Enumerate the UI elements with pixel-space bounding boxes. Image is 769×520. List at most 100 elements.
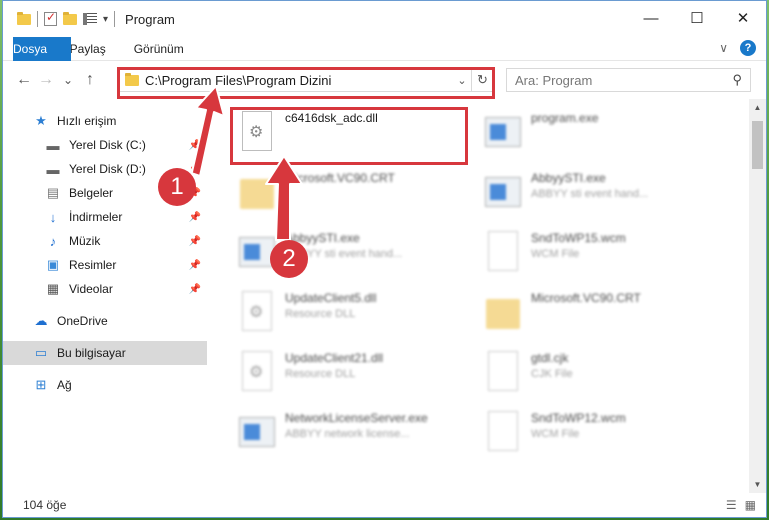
- file-name: NetworkLicenseServer.exe: [285, 411, 428, 425]
- window-title: Program: [125, 11, 175, 27]
- tab-file[interactable]: Dosya: [13, 36, 71, 61]
- recent-locations-button[interactable]: ⌄: [57, 73, 79, 87]
- pin-icon: 📌: [188, 235, 201, 247]
- pin-icon: 📌: [188, 283, 201, 295]
- file-item[interactable]: Microsoft.VC90.CRT: [233, 165, 473, 223]
- vertical-scrollbar[interactable]: ▲ ▼: [749, 99, 766, 493]
- back-button[interactable]: ←: [13, 71, 35, 89]
- properties-check-icon[interactable]: [44, 10, 57, 26]
- refresh-icon[interactable]: ↻: [471, 69, 493, 91]
- search-box[interactable]: Ara: Program ⚲: [506, 68, 751, 92]
- exe-icon: [239, 417, 275, 447]
- sidebar-item-onedrive[interactable]: ☁ OneDrive: [3, 309, 207, 333]
- network-icon: ⊞: [35, 377, 47, 392]
- tab-view[interactable]: Görünüm: [120, 37, 198, 61]
- sidebar-item-network[interactable]: ⊞ Ağ: [3, 373, 207, 397]
- downloads-icon: ↓: [49, 209, 57, 225]
- address-path[interactable]: C:\Program Files\Program Dizini: [145, 73, 453, 88]
- title-bar: ▾ Program — ☐ ✕: [3, 1, 766, 37]
- ribbon-tabs: Dosya Giriş Paylaş Görünüm ∨ ?: [3, 36, 766, 61]
- file-description: ABBYY sti event hand...: [531, 188, 649, 200]
- file-item[interactable]: AbbyySTI.exe ABBYY sti event hand...: [233, 225, 473, 283]
- address-dropdown-icon[interactable]: ⌄: [453, 74, 471, 87]
- maximize-button[interactable]: ☐: [674, 1, 720, 35]
- file-item[interactable]: UpdateClient5.dll Resource DLL: [233, 285, 473, 343]
- sidebar-item-label: Hızlı erişim: [57, 114, 117, 128]
- search-icon: ⚲: [732, 72, 742, 87]
- scroll-up-icon[interactable]: ▲: [749, 103, 766, 112]
- file-name: UpdateClient21.dll: [285, 351, 384, 365]
- file-item[interactable]: SndToWP15.wcm WCM File: [479, 225, 719, 283]
- file-description: Resource DLL: [285, 368, 356, 380]
- folder-icon: [240, 179, 274, 209]
- up-button[interactable]: ↑: [79, 71, 101, 89]
- file-description: WCM File: [531, 248, 580, 260]
- dll-gear-icon: [242, 291, 272, 331]
- exe-icon: [485, 117, 521, 147]
- doc-icon: [488, 351, 518, 391]
- step-1-badge: 1: [158, 168, 196, 206]
- quick-access-toolbar: ▾: [3, 10, 116, 27]
- sidebar-item-downloads[interactable]: ↓ İndirmeler 📌: [3, 205, 207, 229]
- new-folder-icon[interactable]: [63, 11, 77, 25]
- sidebar-item-label: Ağ: [57, 378, 72, 392]
- dll-gear-icon: [242, 351, 272, 391]
- file-highlight: [230, 107, 468, 165]
- qa-dropdown-icon[interactable]: ▾: [103, 14, 108, 25]
- sidebar-item-label: OneDrive: [57, 314, 108, 328]
- sidebar-item-disk-c[interactable]: ▬ Yerel Disk (C:) 📌: [3, 133, 207, 157]
- file-name: AbbyySTI.exe: [285, 231, 360, 245]
- sidebar-item-label: Müzik: [69, 234, 101, 248]
- step-2-badge: 2: [270, 240, 308, 278]
- music-icon: ♪: [49, 233, 57, 249]
- item-count: 104 öğe: [23, 498, 67, 512]
- sidebar-item-label: Bu bilgisayar: [57, 346, 126, 360]
- expand-ribbon-icon[interactable]: ∨: [719, 41, 728, 55]
- pin-icon: 📌: [188, 259, 201, 271]
- pictures-icon: ▣: [46, 257, 60, 272]
- sidebar-item-videos[interactable]: ▦ Videolar 📌: [3, 277, 207, 301]
- forward-button[interactable]: →: [35, 71, 57, 89]
- address-bar[interactable]: C:\Program Files\Program Dizini ⌄ ↻: [118, 68, 494, 92]
- sidebar-item-label: Videolar: [69, 282, 113, 296]
- close-button[interactable]: ✕: [720, 1, 766, 35]
- file-item[interactable]: SndToWP12.wcm WCM File: [479, 405, 719, 463]
- customize-icon[interactable]: [83, 13, 97, 25]
- divider: [114, 11, 116, 27]
- star-icon: ★: [35, 113, 47, 128]
- scroll-down-icon[interactable]: ▼: [749, 480, 766, 489]
- search-input[interactable]: Ara: Program: [515, 73, 592, 88]
- divider: [37, 11, 38, 27]
- file-item[interactable]: UpdateClient21.dll Resource DLL: [233, 345, 473, 403]
- large-icons-view-icon[interactable]: ▦: [745, 498, 756, 512]
- videos-icon: ▦: [46, 281, 60, 296]
- folder-icon: [486, 299, 520, 329]
- help-icon[interactable]: ?: [740, 40, 756, 56]
- file-description: ABBYY network license...: [285, 428, 410, 440]
- drive-icon: ▬: [46, 161, 60, 177]
- file-item[interactable]: program.exe: [479, 105, 719, 163]
- navigation-bar: ← → ⌄ ↑ C:\Program Files\Program Dizini …: [3, 61, 766, 99]
- folder-icon: [125, 72, 139, 86]
- file-item[interactable]: AbbyySTI.exe ABBYY sti event hand...: [479, 165, 719, 223]
- sidebar-item-quick-access[interactable]: ★ Hızlı erişim: [3, 109, 207, 133]
- sidebar-item-label: Belgeler: [69, 186, 114, 200]
- computer-icon: ▭: [34, 345, 48, 360]
- view-toggles: ☰ ▦: [726, 498, 756, 512]
- file-item[interactable]: gtdl.cjk CJK File: [479, 345, 719, 403]
- sidebar-item-label: Yerel Disk (C:): [69, 138, 146, 152]
- file-item[interactable]: Microsoft.VC90.CRT: [479, 285, 719, 343]
- scroll-thumb[interactable]: [752, 121, 763, 169]
- sidebar-item-pictures[interactable]: ▣ Resimler 📌: [3, 253, 207, 277]
- pin-icon: 📌: [188, 139, 201, 151]
- doc-icon: [488, 231, 518, 271]
- details-view-icon[interactable]: ☰: [726, 498, 737, 512]
- minimize-button[interactable]: —: [628, 1, 674, 35]
- file-item[interactable]: NetworkLicenseServer.exe ABBYY network l…: [233, 405, 473, 463]
- sidebar-item-music[interactable]: ♪ Müzik 📌: [3, 229, 207, 253]
- file-description: CJK File: [531, 368, 573, 380]
- file-name: Microsoft.VC90.CRT: [285, 171, 395, 185]
- sidebar-item-this-pc[interactable]: ▭ Bu bilgisayar: [3, 341, 207, 365]
- navigation-pane: ★ Hızlı erişim ▬ Yerel Disk (C:) 📌 ▬ Yer…: [3, 99, 207, 493]
- sidebar-item-label: Yerel Disk (D:): [69, 162, 146, 176]
